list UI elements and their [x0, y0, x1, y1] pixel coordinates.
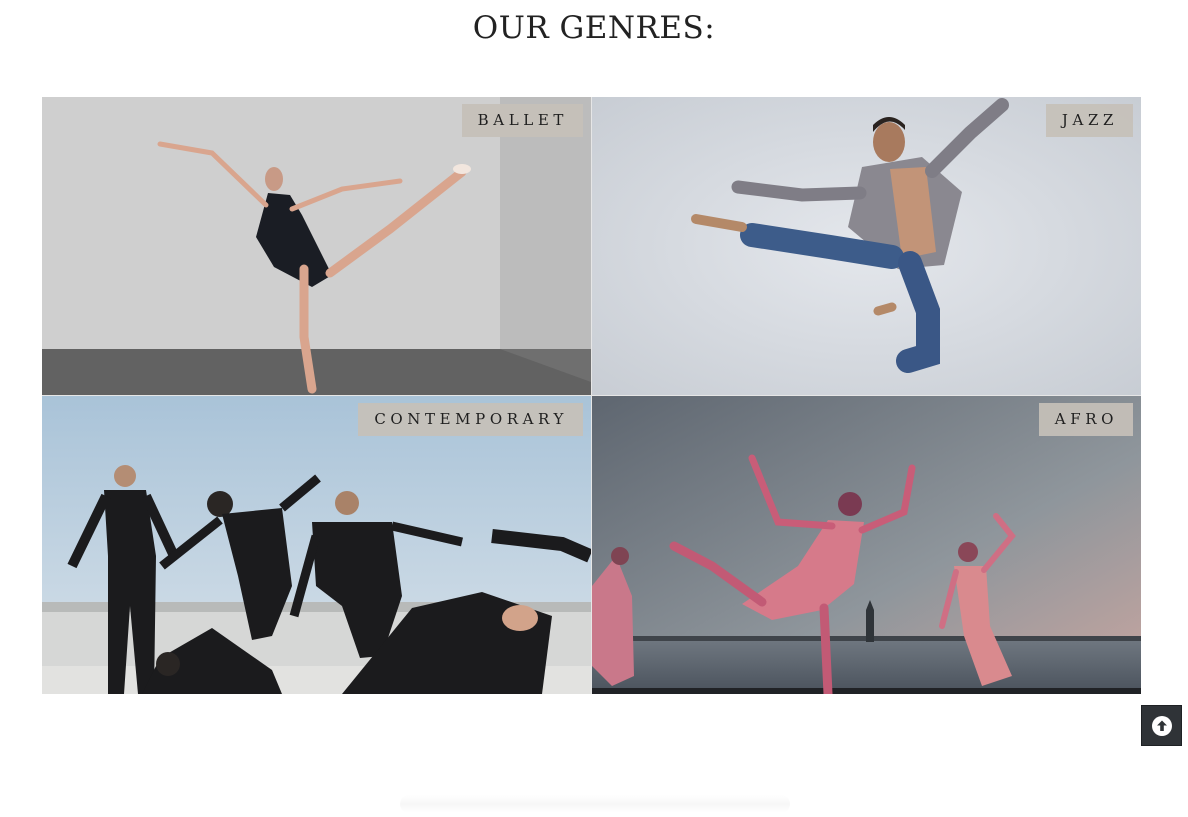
page-title: OUR GENRES: [472, 10, 716, 46]
contemporary-dancers-photo [42, 396, 591, 694]
genre-label-ballet: BALLET [461, 104, 583, 137]
ballet-dancer-photo [42, 97, 591, 395]
genre-label-contemporary: CONTEMPORARY [358, 403, 583, 436]
genre-label-jazz: JAZZ [1045, 104, 1133, 137]
genre-card-afro[interactable]: AFRO [592, 396, 1141, 694]
arrow-up-circle-icon [1151, 715, 1172, 736]
afro-dancers-photo [592, 396, 1141, 694]
genre-card-jazz[interactable]: JAZZ [592, 97, 1141, 395]
jazz-dancer-photo [592, 97, 1141, 395]
scroll-to-top-button[interactable] [1141, 705, 1182, 746]
genre-label-afro: AFRO [1038, 403, 1133, 436]
genre-card-ballet[interactable]: BALLET [42, 97, 591, 395]
genre-grid: BALLET JAZZ CONTEMPORARY AFRO [42, 97, 1141, 694]
genre-card-contemporary[interactable]: CONTEMPORARY [42, 396, 591, 694]
footer-shadow [400, 795, 790, 813]
